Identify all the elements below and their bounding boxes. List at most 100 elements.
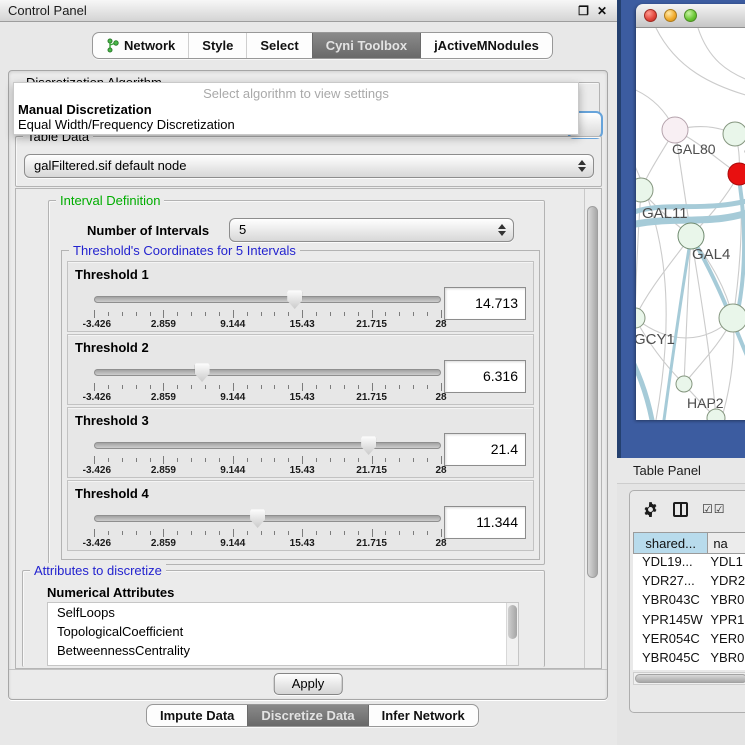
column-header-name[interactable]: na [708, 532, 745, 554]
threshold-value-field[interactable]: 6.316 [444, 360, 526, 393]
tab-label: Impute Data [160, 708, 234, 723]
number-of-intervals-combobox[interactable]: 5 [229, 218, 514, 242]
network-node[interactable] [723, 122, 745, 146]
settings-vertical-scrollbar[interactable] [584, 189, 600, 668]
threshold-panel: Threshold 4 -3.4262.8599.14415.4321.7152… [67, 480, 534, 551]
threshold-slider[interactable]: -3.4262.8599.14415.4321.71528 [94, 361, 441, 403]
tab-label: Style [202, 38, 233, 53]
slider-track[interactable] [94, 369, 441, 376]
numerical-attributes-list[interactable]: SelfLoopsTopologicalCoefficientBetweenne… [47, 602, 519, 666]
node-table[interactable]: shared... na YDL19...YDL1YDR27...YDR2YBR… [633, 532, 745, 670]
minimize-traffic-light-icon[interactable] [664, 9, 677, 22]
tab-label: jActiveMNodules [434, 38, 539, 53]
threshold-value-field[interactable]: 14.713 [444, 287, 526, 320]
slider-ticks [94, 310, 441, 318]
slider-thumb[interactable] [195, 363, 210, 382]
scrollbar-thumb[interactable] [508, 605, 517, 639]
network-node[interactable] [676, 376, 692, 392]
columns-icon[interactable] [673, 502, 688, 517]
thresholds-group-title: Threshold's Coordinates for 5 Intervals [69, 243, 300, 258]
threshold-value-field[interactable]: 11.344 [444, 506, 526, 539]
network-window-titlebar[interactable] [636, 4, 745, 28]
slider-track[interactable] [94, 515, 441, 522]
table-row[interactable]: YBL079WYBL0 [633, 669, 745, 670]
slider-ticks [94, 383, 441, 391]
float-window-icon[interactable]: ❐ [578, 5, 589, 17]
algorithm-option-equal-width[interactable]: Equal Width/Frequency Discretization [14, 117, 578, 132]
control-panel-tabbar: Network Style Select Cyni Toolbox jActiv… [92, 32, 553, 59]
zoom-traffic-light-icon[interactable] [684, 9, 697, 22]
slider-thumb[interactable] [250, 509, 265, 528]
algorithm-option-manual[interactable]: Manual Discretization [14, 102, 578, 117]
table-row[interactable]: YDL19...YDL1 [633, 554, 745, 573]
attribute-list-item[interactable]: BetweennessCentrality [48, 641, 518, 660]
tab-impute-data[interactable]: Impute Data [147, 705, 247, 726]
apply-button[interactable]: Apply [274, 673, 343, 695]
threshold-label: Threshold 3 [75, 413, 149, 428]
control-panel-titlebar[interactable]: Control Panel ❐ ✕ [0, 0, 617, 22]
tab-cyni-toolbox[interactable]: Cyni Toolbox [312, 33, 420, 58]
table-panel-titlebar[interactable]: Table Panel [617, 458, 745, 484]
slider-tick-labels: -3.4262.8599.14415.4321.71528 [94, 465, 441, 476]
table-row[interactable]: YDR27...YDR2 [633, 573, 745, 592]
interval-definition-group: Interval Definition Number of Intervals … [48, 200, 545, 565]
network-node[interactable] [636, 308, 645, 328]
slider-thumb[interactable] [287, 290, 302, 309]
close-window-icon[interactable]: ✕ [597, 5, 607, 17]
tab-select[interactable]: Select [246, 33, 311, 58]
network-canvas[interactable]: GAL80 GA C GAL11 GAL4 GCY1 H HAP2 [636, 28, 745, 420]
spinner-arrows-icon [497, 221, 507, 239]
threshold-panel: Threshold 3 -3.4262.8599.14415.4321.7152… [67, 407, 534, 478]
threshold-slider[interactable]: -3.4262.8599.14415.4321.71528 [94, 434, 441, 476]
table-row[interactable]: YER054CYER0 [633, 631, 745, 650]
table-horizontal-scrollbar[interactable] [633, 672, 745, 685]
checkbox-icons[interactable]: ☑☑ [702, 502, 726, 516]
tab-label: Discretize Data [261, 708, 354, 723]
algorithm-placeholder-option[interactable]: Select algorithm to view settings [14, 83, 578, 102]
network-view-window[interactable]: GAL80 GA C GAL11 GAL4 GCY1 H HAP2 [636, 4, 745, 420]
threshold-slider[interactable]: -3.4262.8599.14415.4321.71528 [94, 507, 441, 549]
threshold-slider[interactable]: -3.4262.8599.14415.4321.71528 [94, 288, 441, 330]
threshold-label: Threshold 4 [75, 486, 149, 501]
table-header-row: shared... na [633, 532, 745, 554]
threshold-label: Threshold 2 [75, 340, 149, 355]
network-node[interactable] [636, 178, 653, 202]
network-node[interactable] [662, 117, 688, 143]
scrollbar-thumb[interactable] [587, 206, 598, 578]
attribute-list-item[interactable]: TopologicalCoefficient [48, 622, 518, 641]
tab-style[interactable]: Style [188, 33, 246, 58]
gear-icon[interactable] [642, 501, 659, 518]
slider-tick-labels: -3.4262.8599.14415.4321.71528 [94, 392, 441, 403]
tab-network[interactable]: Network [93, 33, 188, 58]
scrollbar-thumb[interactable] [635, 674, 745, 683]
attribute-list-item[interactable]: SelfLoops [48, 603, 518, 622]
tab-label: Select [260, 38, 298, 53]
table-data-value: galFiltered.sif default node [34, 158, 186, 173]
thresholds-container: Threshold 1 -3.4262.8599.14415.4321.7152… [67, 261, 534, 553]
thresholds-group: Threshold's Coordinates for 5 Intervals … [61, 250, 540, 560]
attributes-items: SelfLoopsTopologicalCoefficientBetweenne… [48, 603, 518, 660]
tab-discretize-data[interactable]: Discretize Data [247, 705, 367, 726]
table-row[interactable]: YBR045CYBR0 [633, 650, 745, 669]
close-traffic-light-icon[interactable] [644, 9, 657, 22]
slider-thumb[interactable] [361, 436, 376, 455]
control-panel-title: Control Panel [8, 3, 87, 18]
network-node[interactable] [719, 304, 745, 332]
slider-track[interactable] [94, 296, 441, 303]
threshold-value-field[interactable]: 21.4 [444, 433, 526, 466]
slider-track[interactable] [94, 442, 441, 449]
table-panel-toolbar: ☑☑ [630, 491, 745, 527]
network-graph: GAL80 GA C GAL11 GAL4 GCY1 H HAP2 [636, 28, 745, 420]
tab-jactivemnodules[interactable]: jActiveMNodules [420, 33, 552, 58]
tab-infer-network[interactable]: Infer Network [368, 705, 478, 726]
table-data-group: Table Data galFiltered.sif default node [15, 136, 602, 187]
network-node-selected[interactable] [728, 163, 745, 185]
attributes-group: Attributes to discretize Numerical Attri… [22, 570, 545, 667]
column-header-shared-name[interactable]: shared... [633, 532, 708, 554]
table-row[interactable]: YPR145WYPR1 [633, 612, 745, 631]
table-data-combobox[interactable]: galFiltered.sif default node [24, 154, 594, 178]
attributes-scrollbar[interactable] [506, 603, 518, 666]
settings-scrollpane: Interval Definition Number of Intervals … [15, 188, 602, 669]
table-row[interactable]: YBR043CYBR0 [633, 592, 745, 611]
slider-ticks [94, 456, 441, 464]
